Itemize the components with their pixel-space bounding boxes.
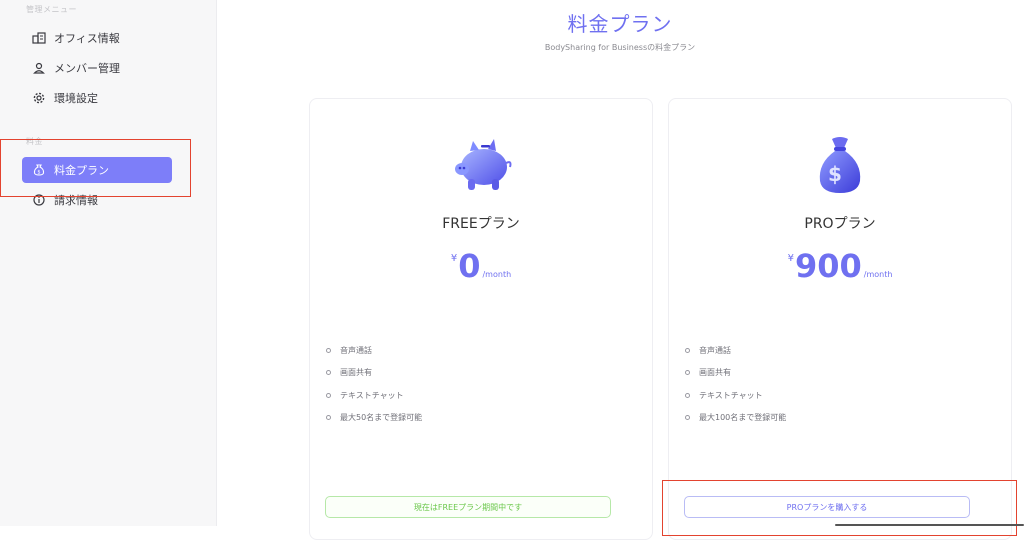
list-item: テキストチャット [326, 384, 422, 407]
feature-label: テキストチャット [340, 390, 404, 400]
feature-label: 最大50名まで登録可能 [340, 413, 423, 423]
sidebar-item-label: メンバー管理 [54, 62, 120, 75]
feature-label: 画面共有 [699, 368, 731, 378]
list-item: テキストチャット [685, 384, 786, 407]
list-item: 画面共有 [685, 362, 786, 385]
list-item: 最大50名まで登録可能 [326, 407, 422, 430]
page-subtitle: BodySharing for Businessの料金プラン [544, 43, 696, 52]
highlight-box-pricing [0, 139, 191, 197]
price-amount: 900 [794, 247, 862, 285]
plan-name: FREEプラン [442, 216, 520, 232]
plan-price: ¥ 0 /month [310, 249, 652, 283]
feature-label: テキストチャット [699, 390, 763, 400]
page-title: 料金プラン [567, 12, 673, 36]
feature-label: 最大100名まで登録可能 [699, 413, 787, 423]
user-icon [32, 61, 46, 75]
circle-bullet-icon [326, 392, 331, 398]
plan-name: PROプラン [804, 216, 876, 232]
current-plan-status-button: 現在はFREEプラン期間中です [325, 496, 611, 518]
horizontal-scrollbar[interactable] [835, 524, 1024, 526]
sidebar-section-manage: 管理メニュー [26, 5, 77, 14]
gear-icon [32, 91, 46, 105]
circle-bullet-icon [326, 415, 331, 421]
office-icon [32, 31, 46, 45]
currency-symbol: ¥ [787, 253, 794, 264]
price-amount: 0 [458, 247, 481, 285]
price-unit: /month [482, 270, 512, 279]
feature-list: 音声通話 画面共有 テキストチャット 最大50名まで登録可能 [326, 339, 422, 429]
piggy-bank-icon [310, 135, 652, 197]
feature-label: 音声通話 [340, 345, 372, 355]
plan-price: ¥ 900 /month [669, 249, 1011, 283]
sidebar-item-label: オフィス情報 [54, 32, 120, 45]
circle-bullet-icon [685, 415, 690, 421]
highlight-box-purchase [662, 480, 1017, 536]
circle-bullet-icon [685, 347, 690, 353]
currency-symbol: ¥ [450, 253, 458, 264]
plan-card-free: FREEプラン ¥ 0 /month 音声通話 画面共有 テキストチャット 最大… [309, 98, 653, 540]
sidebar: 管理メニュー オフィス情報 メンバー管理 環境設定 料金 $ 料金プラン 請求情… [0, 0, 217, 526]
feature-label: 音声通話 [699, 345, 731, 355]
feature-label: 画面共有 [340, 368, 372, 378]
sidebar-item-members[interactable]: メンバー管理 [22, 55, 172, 81]
list-item: 音声通話 [326, 339, 422, 362]
feature-list: 音声通話 画面共有 テキストチャット 最大100名まで登録可能 [685, 339, 786, 429]
list-item: 画面共有 [326, 362, 422, 385]
sidebar-item-office[interactable]: オフィス情報 [22, 25, 172, 51]
sidebar-item-label: 環境設定 [54, 92, 98, 105]
price-unit: /month [863, 270, 893, 279]
list-item: 最大100名まで登録可能 [685, 407, 786, 430]
dollar-bag-icon: $ [669, 135, 1011, 197]
svg-text:$: $ [828, 162, 842, 186]
circle-bullet-icon [326, 370, 331, 376]
circle-bullet-icon [685, 370, 690, 376]
circle-bullet-icon [326, 347, 331, 353]
plan-card-pro: $ PROプラン ¥ 900 /month 音声通話 画面共有 テキストチャット… [668, 98, 1012, 540]
sidebar-item-settings[interactable]: 環境設定 [22, 85, 172, 111]
list-item: 音声通話 [685, 339, 786, 362]
circle-bullet-icon [685, 392, 690, 398]
